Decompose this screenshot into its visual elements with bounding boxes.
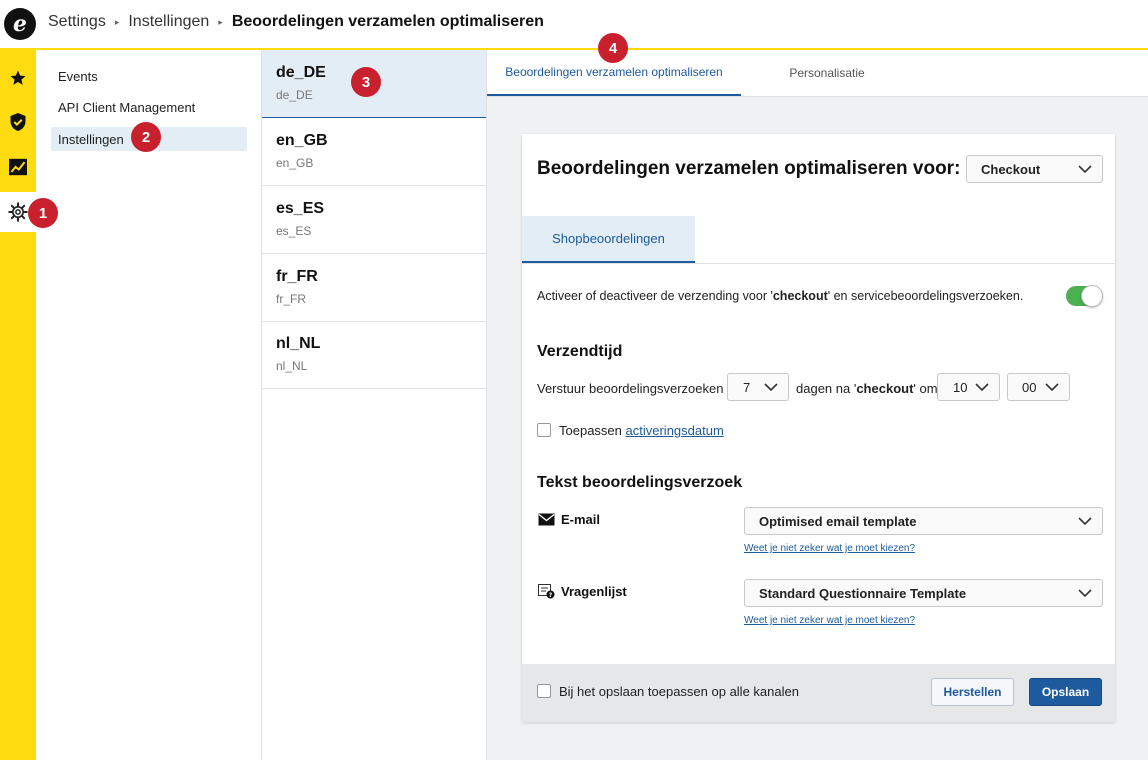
breadcrumb-separator-icon: ▸: [218, 16, 223, 27]
gear-icon: [8, 202, 28, 222]
apply-activation-checkbox[interactable]: [537, 423, 551, 437]
send-time-title: Verzendtijd: [537, 343, 623, 360]
questionnaire-help-link[interactable]: Weet je niet zeker wat je moet kiezen?: [744, 615, 915, 626]
activation-toggle[interactable]: [1066, 285, 1103, 307]
chart-icon: [9, 158, 27, 176]
logo-icon[interactable]: e: [4, 8, 36, 40]
minute-select[interactable]: 00: [1007, 373, 1070, 401]
activation-date-link[interactable]: activeringsdatum: [626, 423, 724, 438]
locale-item-fr-fr[interactable]: fr_FR fr_FR: [262, 254, 486, 322]
tab-divider: [522, 263, 1115, 264]
send-time-middle: dagen na 'checkout' om: [796, 381, 938, 396]
page-tabs: Beoordelingen verzamelen optimaliseren P…: [487, 50, 1148, 97]
questionnaire-template-select[interactable]: Standard Questionnaire Template: [744, 579, 1103, 607]
channel-select-value: Checkout: [981, 161, 1041, 177]
apply-all-channels-label: Bij het opslaan toepassen op alle kanale…: [559, 684, 799, 699]
step-marker-4: 4: [598, 33, 628, 63]
locale-code: de_DE: [276, 64, 326, 81]
email-template-value: Optimised email template: [759, 513, 917, 529]
rail-item-reviews[interactable]: [0, 58, 36, 98]
locale-code: fr_FR: [276, 268, 318, 285]
send-time-prefix: Verstuur beoordelingsverzoeken: [537, 381, 724, 396]
apply-activation-label: Toepassen activeringsdatum: [559, 423, 724, 438]
settings-card: Beoordelingen verzamelen optimaliseren v…: [522, 134, 1115, 722]
questionnaire-label-row: ? Vragenlijst: [538, 584, 627, 599]
step-marker-1: 1: [28, 198, 58, 228]
step-marker-3: 3: [351, 67, 381, 97]
breadcrumb-settings[interactable]: Settings: [48, 13, 106, 31]
breadcrumb-instellingen[interactable]: Instellingen: [128, 13, 209, 31]
card-footer: Bij het opslaan toepassen op alle kanale…: [522, 664, 1115, 722]
rail-item-trustmark[interactable]: [0, 102, 36, 142]
page-title: Beoordelingen verzamelen optimaliseren: [231, 13, 544, 30]
chevron-down-icon: [1078, 589, 1092, 598]
questionnaire-template-value: Standard Questionnaire Template: [759, 585, 967, 601]
locale-subtitle: en_GB: [276, 156, 314, 170]
subnav-item-events[interactable]: Events: [51, 64, 247, 88]
main-content: Beoordelingen verzamelen optimaliseren P…: [487, 50, 1148, 760]
shield-check-icon: [10, 113, 26, 131]
chevron-down-icon: [764, 383, 778, 392]
toggle-knob: [1081, 285, 1103, 307]
days-select-value: 7: [743, 379, 751, 395]
chevron-down-icon: [1045, 383, 1059, 392]
settings-subnav: Events API Client Management Instellinge…: [36, 50, 262, 760]
chevron-down-icon: [975, 383, 989, 392]
locale-subtitle: fr_FR: [276, 292, 306, 306]
questionnaire-label: Vragenlijst: [561, 584, 627, 599]
breadcrumb-separator-icon: ▸: [114, 16, 120, 27]
locale-subtitle: de_DE: [276, 88, 313, 102]
locale-list: de_DE de_DE en_GB en_GB es_ES es_ES fr_F…: [262, 50, 487, 760]
rail-item-analytics[interactable]: [0, 147, 36, 187]
save-button[interactable]: Opslaan: [1029, 678, 1102, 706]
email-label: E-mail: [561, 512, 601, 527]
locale-subtitle: es_ES: [276, 224, 312, 238]
tab-shopbeoordelingen[interactable]: Shopbeoordelingen: [522, 216, 695, 263]
email-label-row: E-mail: [538, 512, 600, 527]
minute-select-value: 00: [1022, 379, 1037, 395]
locale-code: en_GB: [276, 132, 328, 149]
activation-description: Activeer of deactiveer de verzending voo…: [537, 289, 1024, 303]
channel-select[interactable]: Checkout: [966, 155, 1103, 183]
apply-all-channels-checkbox[interactable]: [537, 684, 551, 698]
reset-button[interactable]: Herstellen: [931, 678, 1014, 706]
top-bar: e Settings ▸ Instellingen ▸ Beoordelinge…: [0, 0, 1148, 50]
chevron-down-icon: [1078, 165, 1092, 174]
chevron-down-icon: [1078, 517, 1092, 526]
locale-code: nl_NL: [276, 335, 321, 352]
tab-personalisatie[interactable]: Personalisatie: [741, 50, 913, 96]
star-icon: [10, 70, 26, 85]
subnav-item-api-client-management[interactable]: API Client Management: [51, 95, 247, 119]
locale-item-es-es[interactable]: es_ES es_ES: [262, 186, 486, 254]
locale-item-en-gb[interactable]: en_GB en_GB: [262, 118, 486, 186]
envelope-icon: [538, 513, 555, 526]
locale-item-nl-nl[interactable]: nl_NL nl_NL: [262, 321, 486, 389]
locale-subtitle: nl_NL: [276, 359, 308, 373]
hour-select-value: 10: [953, 379, 968, 395]
questionnaire-icon: ?: [538, 584, 555, 599]
locale-code: es_ES: [276, 200, 325, 217]
card-title: Beoordelingen verzamelen optimaliseren v…: [537, 158, 961, 179]
step-marker-2: 2: [131, 122, 161, 152]
days-select[interactable]: 7: [727, 373, 789, 401]
svg-text:?: ?: [549, 592, 553, 599]
breadcrumb: Settings ▸ Instellingen ▸ Beoordelingen …: [48, 13, 544, 31]
request-text-title: Tekst beoordelingsverzoek: [537, 474, 743, 491]
email-template-select[interactable]: Optimised email template: [744, 507, 1103, 535]
main-nav-rail: [0, 50, 36, 760]
email-help-link[interactable]: Weet je niet zeker wat je moet kiezen?: [744, 543, 915, 554]
hour-select[interactable]: 10: [937, 373, 1000, 401]
